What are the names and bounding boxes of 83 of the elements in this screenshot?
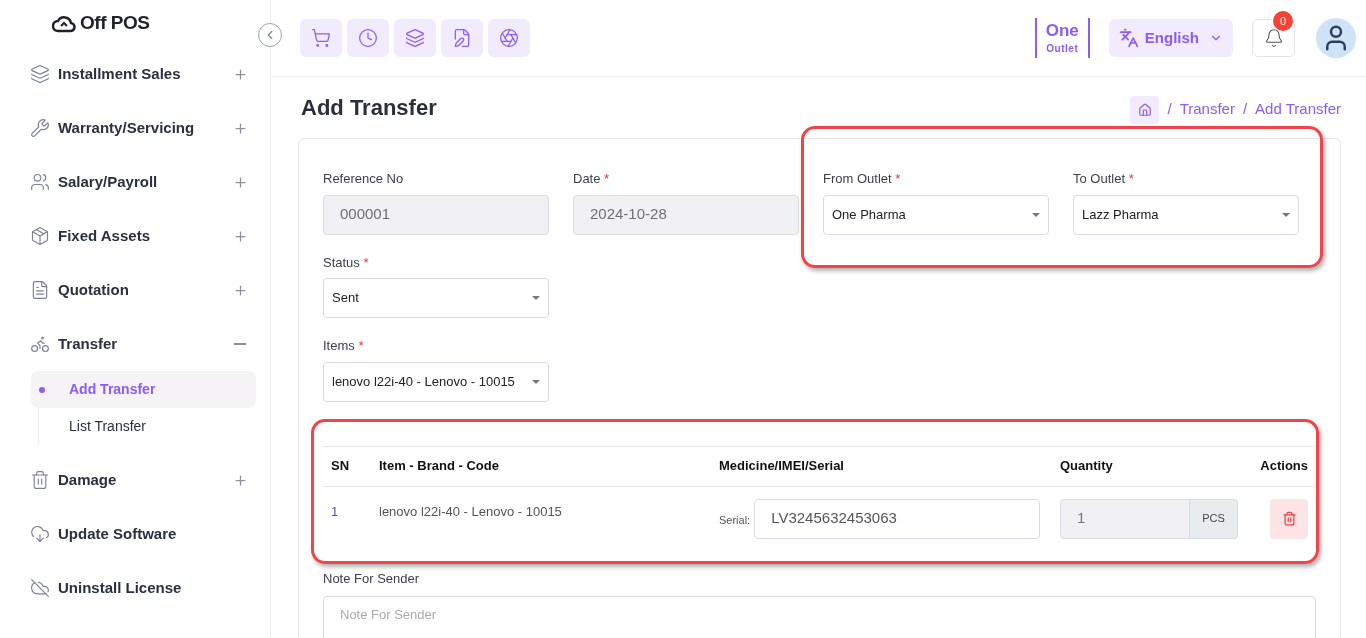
field-label: Reference No: [323, 170, 404, 188]
quick-action-button[interactable]: [347, 19, 389, 57]
breadcrumb-separator: /: [1167, 99, 1172, 120]
sidebar-item[interactable]: Quotation: [0, 263, 270, 317]
expand-icon: [233, 282, 248, 298]
dropdown-caret-icon: [532, 379, 540, 384]
field-label: To Outlet *: [1073, 170, 1134, 188]
column-header: Item - Brand - Code: [379, 457, 499, 476]
bike-icon: [30, 334, 50, 354]
dropdown-caret-icon: [532, 296, 540, 300]
note-textarea[interactable]: Note For Sender: [323, 596, 1316, 638]
table-cell-text: lenovo l22i-40 - Lenovo - 10015: [379, 502, 562, 521]
field-label: Items *: [323, 337, 364, 355]
dropdown-caret-icon: [1282, 212, 1290, 217]
sidebar-item[interactable]: Uninstall License: [0, 561, 270, 615]
breadcrumb-link[interactable]: Add Transfer: [1255, 98, 1341, 121]
quick-action-button[interactable]: [488, 19, 530, 57]
expand-icon: [233, 472, 248, 488]
column-header: Quantity: [1060, 457, 1113, 476]
expand-icon: [233, 120, 248, 136]
expand-icon: [233, 228, 248, 244]
language-button[interactable]: English: [1108, 19, 1233, 57]
cloud-logo-icon: [52, 13, 76, 34]
collapse-sidebar-button[interactable]: [258, 23, 282, 47]
sidebar-item[interactable]: Transfer: [0, 317, 270, 371]
home-icon: [1137, 102, 1152, 117]
trash-icon: [1281, 511, 1297, 526]
submenu-item[interactable]: Add Transfer: [31, 371, 256, 408]
bullet-icon: [39, 386, 45, 393]
breadcrumb-separator: /: [1242, 99, 1248, 120]
quick-action-button[interactable]: [441, 19, 483, 57]
quick-action-button[interactable]: [300, 19, 342, 57]
page-title: Add Transfer: [301, 94, 437, 122]
users-icon: [30, 172, 50, 192]
notification-count: 0: [1273, 11, 1293, 31]
package-icon: [30, 226, 50, 246]
brand-name: Off POS: [80, 11, 150, 36]
outlet-indicator[interactable]: One Outlet: [1034, 18, 1090, 58]
wrench-icon: [30, 118, 50, 138]
column-header: Actions: [1260, 457, 1308, 476]
translate-icon: [1118, 28, 1139, 48]
dropdown-caret-icon: [1032, 212, 1040, 217]
cloud-off-icon: [30, 578, 50, 598]
sidebar-item[interactable]: Damage: [0, 453, 270, 507]
layers-icon: [30, 64, 50, 84]
sidebar-item[interactable]: Update Software: [0, 507, 270, 561]
bell-icon: [1263, 28, 1284, 48]
column-header: Medicine/IMEI/Serial: [719, 457, 844, 476]
sidebar-item[interactable]: Salary/Payroll: [0, 155, 270, 209]
unit-label: PCS: [1190, 498, 1238, 539]
trash-icon: [30, 470, 50, 490]
select-field[interactable]: Sent: [323, 278, 549, 318]
sidebar-item[interactable]: Installment Sales: [0, 47, 270, 101]
cart-icon: [311, 28, 331, 48]
notification-button[interactable]: [1252, 19, 1295, 57]
sidebar-item[interactable]: Warranty/Servicing: [0, 101, 270, 155]
sidebar-item[interactable]: Fixed Assets: [0, 209, 270, 263]
expand-icon: [233, 66, 248, 82]
quantity-input[interactable]: 1: [1060, 498, 1190, 539]
document-icon: [30, 280, 50, 300]
edit-icon: [452, 28, 472, 48]
serial-input[interactable]: LV3245632453063: [754, 498, 1041, 539]
layers-icon: [405, 28, 425, 48]
avatar[interactable]: [1316, 18, 1356, 58]
serial-label: Serial:: [719, 513, 751, 529]
field-label: Status *: [323, 253, 369, 272]
breadcrumb-link[interactable]: Transfer: [1179, 98, 1235, 121]
aperture-icon: [499, 28, 519, 48]
home-breadcrumb-button[interactable]: [1130, 95, 1160, 124]
expand-icon: [233, 174, 248, 190]
field-label: Date *: [573, 170, 610, 188]
field-label: Note For Sender: [323, 569, 420, 588]
field-label: From Outlet *: [823, 170, 901, 188]
select-field[interactable]: Lazz Pharma: [1073, 194, 1299, 235]
clock-icon: [358, 28, 378, 48]
quick-action-button[interactable]: [394, 19, 436, 57]
select-field[interactable]: One Pharma: [823, 194, 1049, 235]
table-cell-text: 1: [331, 502, 339, 521]
cloud-download-icon: [30, 524, 50, 544]
delete-button[interactable]: [1270, 498, 1308, 539]
column-header: SN: [331, 457, 350, 476]
select-field[interactable]: lenovo l22i-40 - Lenovo - 10015: [323, 361, 549, 402]
submenu-item[interactable]: List Transfer: [31, 408, 256, 445]
